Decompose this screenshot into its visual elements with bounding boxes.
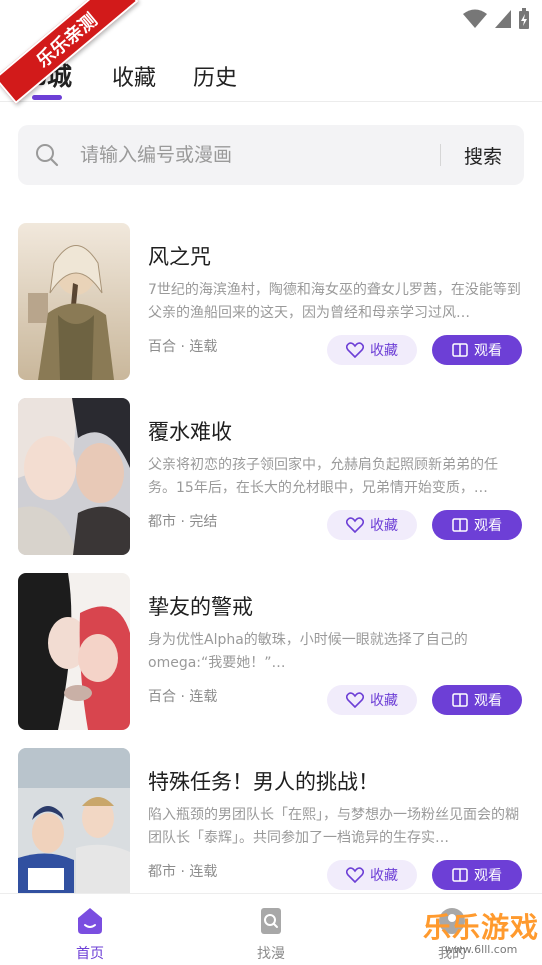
tab-favorites[interactable]: 收藏 xyxy=(112,60,156,92)
heart-icon xyxy=(346,867,364,883)
comic-meta: 都市 · 连载 xyxy=(148,864,218,880)
nav-home-label: 首页 xyxy=(76,946,104,962)
favorite-button[interactable]: 收藏 xyxy=(327,510,417,540)
heart-icon xyxy=(346,517,364,533)
book-icon xyxy=(452,343,468,357)
comic-meta: 都市 · 完结 xyxy=(148,514,218,530)
read-button[interactable]: 观看 xyxy=(432,335,522,365)
wifi-icon xyxy=(463,9,487,28)
comic-item[interactable]: 覆水难收 父亲将初恋的孩子领回家中，允赫肩负起照顾新弟弟的任务。15年后，在长大… xyxy=(0,398,542,558)
read-button[interactable]: 观看 xyxy=(432,860,522,890)
nav-discover-label: 找漫 xyxy=(257,946,285,962)
search-button[interactable]: 搜索 xyxy=(464,142,502,169)
signal-icon xyxy=(495,10,511,28)
top-tabs: 书城 收藏 历史 xyxy=(0,56,542,102)
read-button[interactable]: 观看 xyxy=(432,685,522,715)
search-input[interactable] xyxy=(80,140,430,170)
home-icon xyxy=(78,908,102,934)
search-bar: 搜索 xyxy=(18,125,524,185)
tab-indicator xyxy=(32,95,62,100)
read-label: 观看 xyxy=(474,518,502,534)
comic-title: 风之咒 xyxy=(148,245,211,269)
favorite-button[interactable]: 收藏 xyxy=(327,685,417,715)
comic-item[interactable]: 挚友的警戒 身为优性Alpha的敏珠，小时候一眼就选择了自己的omega:“我要… xyxy=(0,573,542,733)
read-label: 观看 xyxy=(474,693,502,709)
watermark-text: 乐乐游戏 xyxy=(422,911,539,944)
comic-cover[interactable] xyxy=(18,748,130,905)
heart-icon xyxy=(346,692,364,708)
comic-item[interactable]: 风之咒 7世纪的海滨渔村，陶德和海女巫的聋女儿罗茜，在没能等到父亲的渔船回来的这… xyxy=(0,223,542,383)
favorite-button[interactable]: 收藏 xyxy=(327,335,417,365)
comic-cover[interactable] xyxy=(18,398,130,555)
site-watermark: 乐乐游戏 www.6lll.com xyxy=(422,913,540,963)
nav-discover[interactable]: 找漫 xyxy=(231,906,311,963)
status-icons xyxy=(462,8,530,30)
nav-home[interactable]: 首页 xyxy=(50,906,130,963)
comic-description: 身为优性Alpha的敏珠，小时候一眼就选择了自己的omega:“我要她！”… xyxy=(148,632,468,671)
comic-cover[interactable] xyxy=(18,573,130,730)
read-button[interactable]: 观看 xyxy=(432,510,522,540)
battery-icon xyxy=(519,8,529,29)
search-book-icon xyxy=(261,908,281,934)
book-icon xyxy=(452,518,468,532)
favorite-label: 收藏 xyxy=(370,518,398,534)
watermark-url: www.6lll.com xyxy=(444,943,518,956)
comic-item[interactable]: 特殊任务！男人的挑战！ 陷入瓶颈的男团队长「在熙」，与梦想办一场粉丝见面会的糊团… xyxy=(0,748,542,908)
favorite-label: 收藏 xyxy=(370,693,398,709)
read-label: 观看 xyxy=(474,868,502,884)
read-label: 观看 xyxy=(474,343,502,359)
comic-title: 挚友的警戒 xyxy=(148,595,253,619)
heart-icon xyxy=(346,342,364,358)
comic-meta: 百合 · 连载 xyxy=(148,689,218,705)
comic-title: 特殊任务！男人的挑战！ xyxy=(148,770,379,794)
book-icon xyxy=(452,868,468,882)
comic-cover[interactable] xyxy=(18,223,130,380)
favorite-label: 收藏 xyxy=(370,868,398,884)
search-icon xyxy=(36,144,59,167)
favorite-label: 收藏 xyxy=(370,343,398,359)
comic-description: 父亲将初恋的孩子领回家中，允赫肩负起照顾新弟弟的任务。15年后，在长大的允材眼中… xyxy=(148,457,498,496)
search-divider xyxy=(440,144,441,166)
tab-history[interactable]: 历史 xyxy=(193,60,237,92)
comic-title: 覆水难收 xyxy=(148,420,232,444)
favorite-button[interactable]: 收藏 xyxy=(327,860,417,890)
book-icon xyxy=(452,693,468,707)
comic-description: 陷入瓶颈的男团队长「在熙」，与梦想办一场粉丝见面会的糊团队长「泰辉」。共同参加了… xyxy=(148,807,519,846)
comic-description: 7世纪的海滨渔村，陶德和海女巫的聋女儿罗茜，在没能等到父亲的渔船回来的这天，因为… xyxy=(148,282,521,321)
comic-meta: 百合 · 连载 xyxy=(148,339,218,355)
